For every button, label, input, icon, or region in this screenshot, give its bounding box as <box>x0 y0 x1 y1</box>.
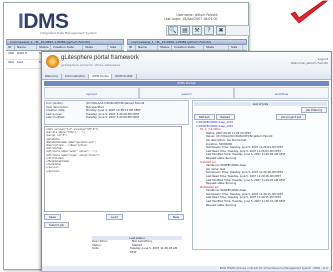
last-login-label: Last Login: 18/Apr/2007 18:05:00 <box>164 17 218 21</box>
gridsphere-logo-icon <box>46 55 59 68</box>
cell-id: 399 <box>8 51 14 55</box>
col-date[interactable]: Creation Date <box>51 45 83 50</box>
new-button[interactable]: New <box>167 214 184 220</box>
xml-line: </parcels> <box>46 169 60 173</box>
col-status[interactable]: Status <box>37 45 51 50</box>
job-tree: C:/NOSPEC/PARC-deep_4115 C:/NOSPEC/PARC-d… <box>194 121 327 207</box>
exit-icon[interactable]: ✖ <box>216 26 226 35</box>
portal-title: gLitesphere portal framework <box>61 55 139 61</box>
gridsphere-window: gLitesphere portal framework gLitesphere… <box>41 51 332 271</box>
tools-icon[interactable]: ⚒ <box>192 26 202 35</box>
tab-administration[interactable]: Administration <box>62 74 90 79</box>
status-value: Tuesday, June 5, 2007 11:26:03 AM CEST <box>129 246 178 254</box>
cell-name[interactable]: RSDI 8 <box>15 51 37 59</box>
load-button[interactable]: Load <box>106 214 123 220</box>
col-state[interactable]: State <box>83 45 108 50</box>
cell-id: 404 <box>8 60 14 64</box>
info-key: Last modified: <box>46 115 66 120</box>
checkmark-icon <box>290 0 329 24</box>
welcome-text: Welcome, Jellium Falcotil <box>290 61 328 65</box>
portal-subtitle: gLitesphere portal for VIOLA dataspace <box>61 63 121 67</box>
job-filter-select[interactable]: Job filtering <box>300 107 327 113</box>
info-value: Tuesday, June 5, 2007 3:43:08 PM CEST <box>86 115 140 120</box>
jobs-panel: List of jobs Job filtering Refresh Reloa… <box>192 100 329 250</box>
col-name[interactable]: Name <box>15 45 37 50</box>
cell-name[interactable]: test <box>15 60 37 68</box>
reload-button[interactable]: Reload <box>215 114 236 120</box>
status-key: Date: <box>92 246 100 251</box>
logo-subtitle: Integrated Data Management System <box>40 31 97 35</box>
info-row: Last modified: Tuesday, June 5, 2007 3:43… <box>46 116 187 120</box>
xml-editor[interactable]: <?xml version="1.0" encoding="UTF-8"?> <… <box>44 126 182 212</box>
workflow-button[interactable]: workflow <box>234 87 329 99</box>
folder-icon[interactable]: ▤ <box>180 26 190 35</box>
submit-job-button[interactable]: Submit job <box>44 222 70 228</box>
xml-buttons: Save Load New <box>44 214 184 220</box>
portal-header: gLitesphere portal framework gLitesphere… <box>42 52 331 74</box>
help-icon[interactable]: ? <box>204 26 214 35</box>
portlet-title: IDMS Portlet <box>44 81 329 86</box>
search-icon[interactable]: 🔍 <box>168 26 178 35</box>
col-size[interactable]: Size <box>108 45 122 50</box>
tree-detail: Request state: Running <box>206 203 237 207</box>
upload-button[interactable]: upload <box>44 87 139 99</box>
col-name[interactable]: Name <box>136 45 158 50</box>
portal-tabs: Welcome Administration IDMS Portal IDMS … <box>42 74 331 80</box>
footer: IDMS FP6/EC (Europe contract) for Virtua… <box>42 266 331 271</box>
user-info-box: Your identity:/O=VIOLA/OU=ROSCOE/CN=Jell… <box>44 100 189 125</box>
col-size[interactable]: Size <box>229 45 243 50</box>
col-status[interactable]: Status <box>158 45 172 50</box>
search-button[interactable]: search <box>139 87 234 99</box>
action-buttons: upload search workflow <box>44 87 329 99</box>
tab-idms-portlet[interactable]: IDMS Portlet <box>112 74 137 79</box>
save-button[interactable]: Save <box>44 214 61 220</box>
col-date[interactable]: Creation Date <box>172 45 204 50</box>
user-info: Username: Jellium Falcotil Last Login: 1… <box>164 13 218 21</box>
last-status-box: Last status Description: Not something St… <box>92 236 182 254</box>
col-state[interactable]: State <box>204 45 229 50</box>
logo-main: DMS <box>23 10 69 33</box>
tab-welcome[interactable]: Welcome <box>42 74 62 79</box>
jobs-title: List of jobs <box>194 102 327 106</box>
tab-idms-portal[interactable]: IDMS Portal <box>89 74 113 79</box>
refresh-button[interactable]: Refresh <box>194 114 215 120</box>
col-id[interactable]: ID <box>6 45 15 50</box>
col-id[interactable]: ID <box>127 45 136 50</box>
header-links: Logout Welcome, Jellium Falcotil <box>268 57 328 65</box>
job-project-list-button[interactable]: Job project list <box>276 114 306 120</box>
toolbar: 🔍 ▤ ⚒? ✖ <box>166 25 250 36</box>
